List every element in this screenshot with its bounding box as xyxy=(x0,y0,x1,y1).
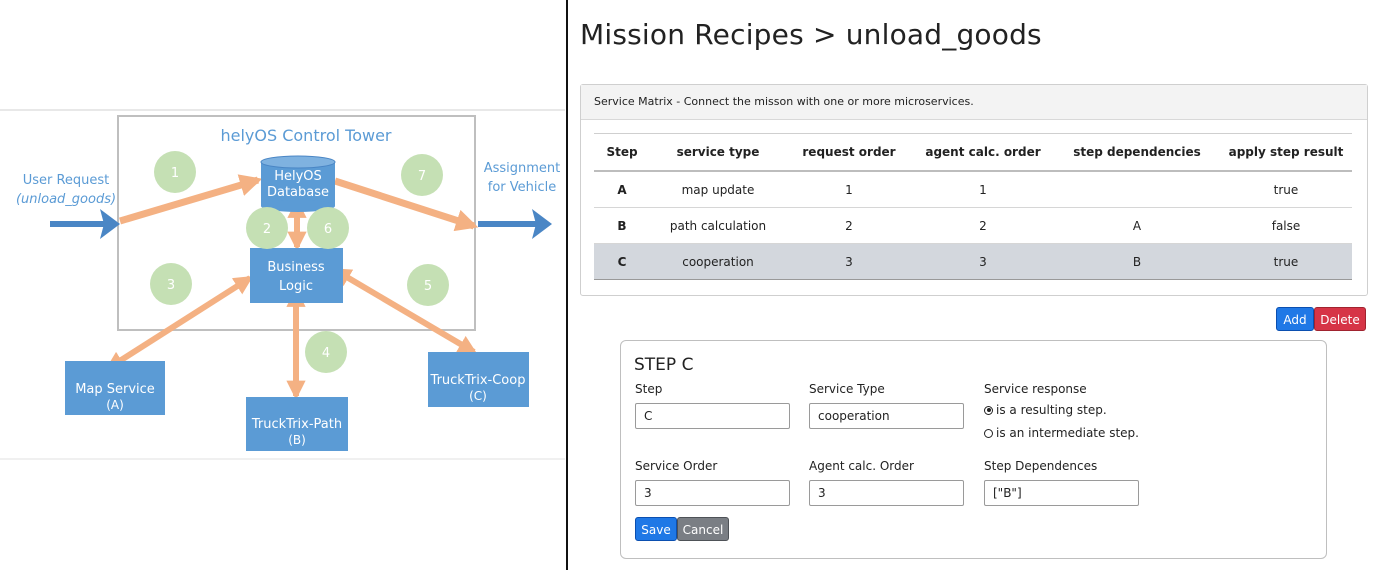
step-circle: 4 xyxy=(305,331,347,373)
column-header: agent calc. order xyxy=(912,133,1054,172)
svg-text:2: 2 xyxy=(263,222,271,237)
radio-unchecked-icon[interactable] xyxy=(984,428,993,438)
cell-dependencies: B xyxy=(1054,243,1220,280)
table-row[interactable]: B path calculation 2 2 A false xyxy=(594,207,1352,244)
service-matrix-header: Service Matrix - Connect the misson with… xyxy=(581,85,1367,120)
step-circle: 1 xyxy=(154,151,196,193)
trucktrix-coop-line1: TruckTrix-Coop xyxy=(430,373,526,388)
diagram-canvas: helyOS Control Tower HelyOS Database Bus… xyxy=(0,109,565,460)
business-logic-box xyxy=(250,248,343,303)
step-form-card: STEP C Step C Service Type cooperation S… xyxy=(620,340,1327,559)
delete-button[interactable]: Delete xyxy=(1314,307,1366,331)
user-request-label: User Request xyxy=(23,173,110,188)
service-matrix-card: Service Matrix - Connect the misson with… xyxy=(580,84,1368,296)
cell-agent-order: 2 xyxy=(912,207,1054,244)
table-header-row: Step service type request order agent ca… xyxy=(594,133,1352,172)
business-logic-line2: Logic xyxy=(279,279,313,294)
trucktrix-path-line2: (B) xyxy=(288,433,306,447)
cell-service-type: cooperation xyxy=(650,243,786,280)
service-order-input[interactable]: 3 xyxy=(635,480,790,506)
map-service-line2: (A) xyxy=(106,398,124,412)
cell-agent-order: 1 xyxy=(912,171,1054,208)
radio-checked-icon[interactable] xyxy=(984,405,993,415)
cancel-button[interactable]: Cancel xyxy=(677,517,729,541)
radio-resulting-step[interactable]: is a resulting step. xyxy=(984,403,1107,417)
cell-request-order: 3 xyxy=(786,243,912,280)
svg-text:7: 7 xyxy=(418,169,426,184)
column-header: Step xyxy=(594,133,650,172)
column-header: request order xyxy=(786,133,912,172)
step-circle: 6 xyxy=(307,207,349,249)
column-header: step dependencies xyxy=(1054,133,1220,172)
page-title: Mission Recipes > unload_goods xyxy=(580,18,1042,51)
database-label-line1: HelyOS xyxy=(274,169,322,184)
assignment-label-line2: for Vehicle xyxy=(488,180,557,195)
user-request-mission: (unload_goods) xyxy=(16,192,116,207)
mission-recipes-panel: Mission Recipes > unload_goods Service M… xyxy=(566,0,1380,570)
cell-service-type: path calculation xyxy=(650,207,786,244)
svg-text:4: 4 xyxy=(322,346,330,361)
radio-resulting-label: is a resulting step. xyxy=(996,403,1107,417)
architecture-diagram: helyOS Control Tower HelyOS Database Bus… xyxy=(0,0,565,570)
trucktrix-coop-line2: (C) xyxy=(469,389,487,403)
step-label: Step xyxy=(635,382,663,396)
cell-step: A xyxy=(594,171,650,208)
cell-dependencies xyxy=(1054,171,1220,208)
service-order-label: Service Order xyxy=(635,459,718,473)
svg-text:6: 6 xyxy=(324,222,332,237)
step-form-title: STEP C xyxy=(634,355,694,375)
step-circle: 3 xyxy=(150,263,192,305)
cell-apply-result: true xyxy=(1220,171,1352,208)
database-icon xyxy=(260,155,336,212)
radio-intermediate-label: is an intermediate step. xyxy=(996,426,1139,440)
step-circle: 5 xyxy=(407,264,449,306)
add-button[interactable]: Add xyxy=(1276,307,1314,331)
map-service-line1: Map Service xyxy=(75,382,155,397)
assignment-label-line1: Assignment xyxy=(484,161,561,176)
svg-text:3: 3 xyxy=(167,278,175,293)
service-type-input[interactable]: cooperation xyxy=(809,403,964,429)
cell-step: B xyxy=(594,207,650,244)
service-matrix-table: Step service type request order agent ca… xyxy=(594,133,1352,280)
radio-intermediate-step[interactable]: is an intermediate step. xyxy=(984,426,1139,440)
control-tower-title: helyOS Control Tower xyxy=(220,126,391,145)
cell-apply-result: false xyxy=(1220,207,1352,244)
step-circle: 2 xyxy=(246,207,288,249)
column-header: service type xyxy=(650,133,786,172)
business-logic-line1: Business xyxy=(267,260,325,275)
column-header: apply step result xyxy=(1220,133,1352,172)
cell-apply-result: true xyxy=(1220,243,1352,280)
save-button[interactable]: Save xyxy=(635,517,677,541)
table-row[interactable]: A map update 1 1 true xyxy=(594,171,1352,208)
svg-text:5: 5 xyxy=(424,279,432,294)
service-type-label: Service Type xyxy=(809,382,885,396)
cell-request-order: 1 xyxy=(786,171,912,208)
step-circle: 7 xyxy=(401,154,443,196)
agent-order-label: Agent calc. Order xyxy=(809,459,914,473)
agent-order-input[interactable]: 3 xyxy=(809,480,964,506)
svg-text:1: 1 xyxy=(171,166,179,181)
cell-step: C xyxy=(594,243,650,280)
table-row-selected[interactable]: C cooperation 3 3 B true xyxy=(594,243,1352,280)
step-dependences-label: Step Dependences xyxy=(984,459,1098,473)
service-response-label: Service response xyxy=(984,382,1087,396)
user-request-arrow xyxy=(50,209,120,239)
database-label-line2: Database xyxy=(267,185,329,200)
step-dependences-input[interactable]: ["B"] xyxy=(984,480,1139,506)
cell-dependencies: A xyxy=(1054,207,1220,244)
trucktrix-path-line1: TruckTrix-Path xyxy=(251,417,342,432)
cell-service-type: map update xyxy=(650,171,786,208)
step-input[interactable]: C xyxy=(635,403,790,429)
cell-request-order: 2 xyxy=(786,207,912,244)
cell-agent-order: 3 xyxy=(912,243,1054,280)
assignment-arrow xyxy=(478,209,552,239)
